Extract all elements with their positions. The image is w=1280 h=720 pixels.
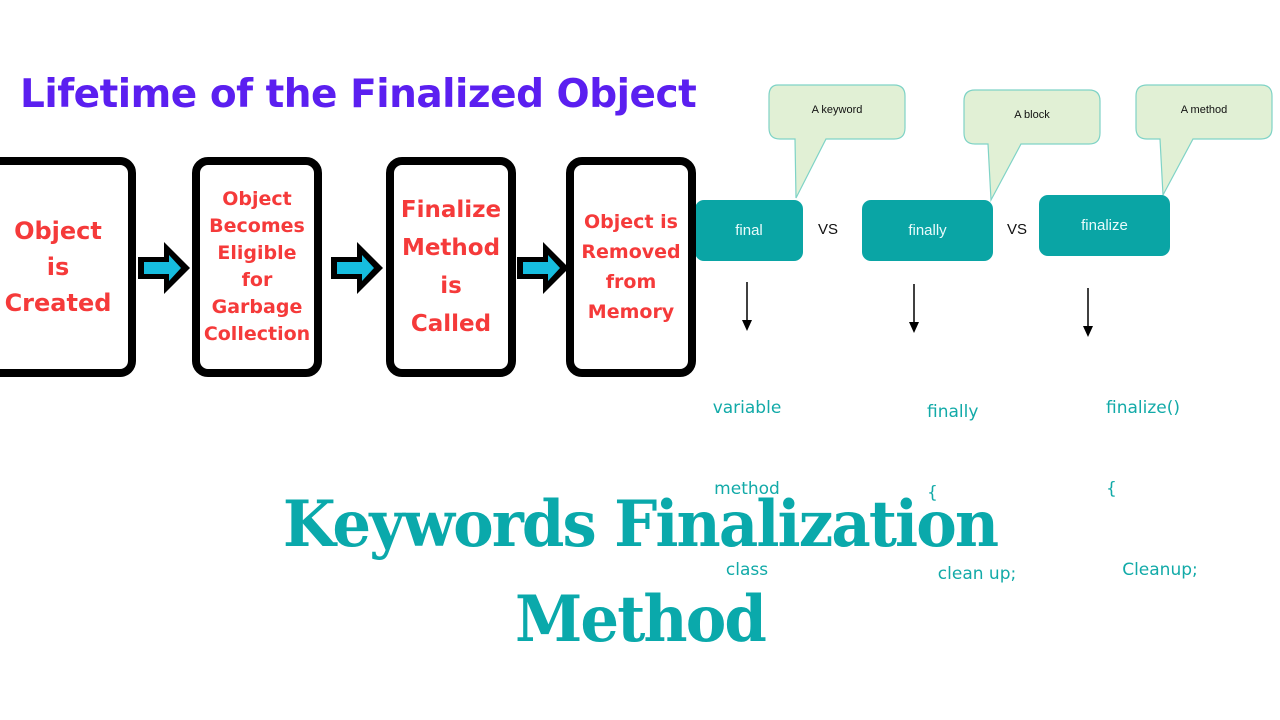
stage-text: Garbage [211, 296, 303, 318]
stage-text: Collection [203, 323, 311, 345]
stage-finalize-called: Finalize Method is Called [386, 157, 516, 377]
stage-text: for [241, 269, 273, 291]
stage-text: Removed [581, 241, 681, 263]
stage-text: Becomes [209, 215, 305, 237]
stage-text: Called [410, 311, 492, 337]
right-arrow-icon [331, 242, 383, 294]
callout-text-finally: A block [1014, 109, 1050, 121]
usage-finalize: finalize() { Cleanup; [1106, 341, 1198, 611]
stage-eligible-for-gc: Object Becomes Eligible for Garbage Coll… [192, 157, 322, 377]
down-arrow-icon [909, 284, 919, 333]
keyword-box-finally: finally [862, 200, 993, 261]
usage-line: finally [927, 402, 979, 422]
right-arrow-icon [517, 242, 569, 294]
keyword-box-finalize: finalize [1039, 195, 1170, 256]
stage-object-created: Object is Created [0, 157, 136, 377]
stage-text: Memory [587, 301, 675, 323]
diagram-title: Lifetime of the Finalized Object [20, 72, 697, 117]
vs-label: VS [1007, 221, 1028, 238]
stage-text: is [46, 253, 70, 281]
keyword-label: finalize [1081, 217, 1128, 234]
keyword-box-final: final [695, 200, 803, 261]
right-arrow-icon [138, 242, 190, 294]
usage-finally: finally { clean up; [927, 345, 1016, 615]
footer-title-line2: Method [515, 582, 767, 657]
keyword-label: final [735, 222, 763, 239]
stage-text: is [440, 273, 462, 299]
stage-text: Eligible [217, 242, 297, 264]
stage-text: Object is [584, 211, 678, 233]
stage-text: Object [14, 217, 102, 245]
usage-line: variable [712, 398, 782, 418]
usage-line: finalize() [1106, 398, 1180, 418]
stage-text: Finalize [400, 197, 502, 223]
callout-bubble-finally [963, 89, 1101, 203]
keyword-label: finally [908, 222, 947, 239]
stage-text: Method [401, 235, 501, 261]
callout-bubble-finalize [1135, 84, 1273, 198]
footer-title-line1: Keywords Finalization [282, 487, 999, 562]
callout-bubble-final [768, 84, 906, 199]
stage-text: from [605, 271, 657, 293]
stage-removed-from-memory: Object is Removed from Memory [566, 157, 696, 377]
usage-final: variable method class [706, 341, 788, 611]
down-arrow-icon [742, 282, 752, 331]
callout-text-final: A keyword [811, 104, 863, 116]
down-arrow-icon [1083, 288, 1093, 337]
callout-text-finalize: A method [1180, 104, 1228, 116]
vs-label: VS [818, 221, 839, 238]
stage-text: Created [4, 289, 112, 317]
stage-text: Object [222, 188, 292, 210]
